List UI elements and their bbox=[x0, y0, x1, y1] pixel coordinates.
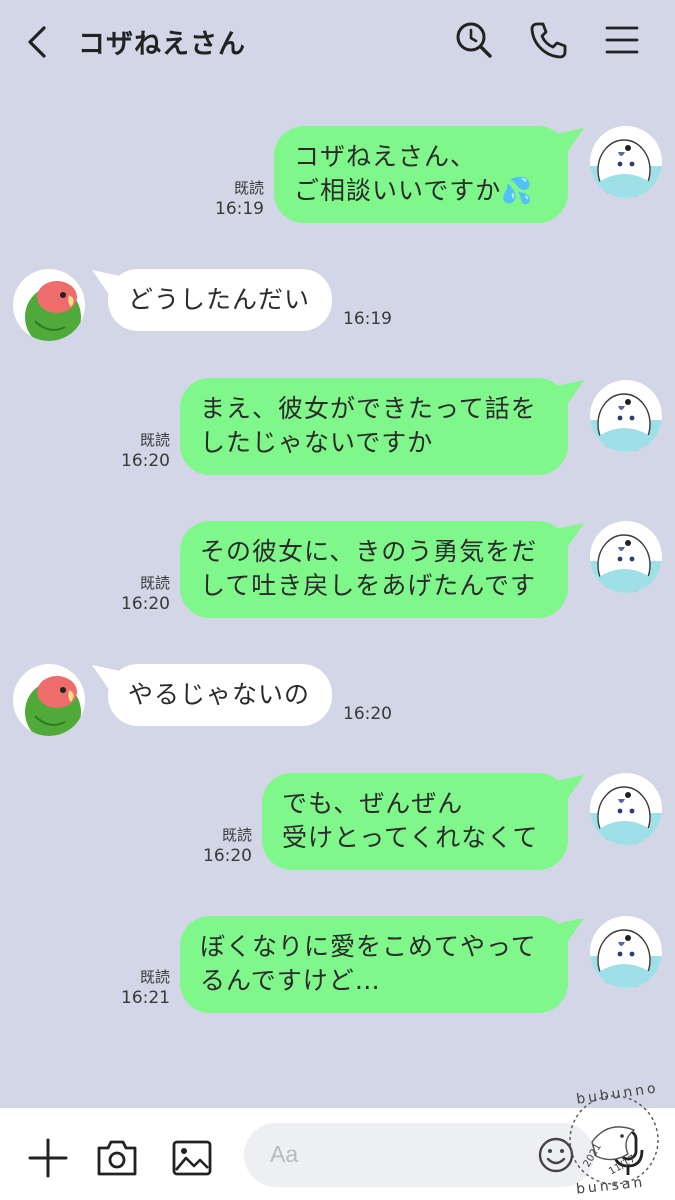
bubble-tail bbox=[556, 918, 584, 944]
budgie-avatar[interactable] bbox=[590, 380, 662, 452]
bubble-tail bbox=[556, 523, 584, 549]
message-bubble[interactable]: でも、ぜんぜん 受けとってくれなくて bbox=[262, 773, 568, 870]
message-time: 16:19 bbox=[343, 309, 392, 329]
read-receipt: 既読 bbox=[233, 179, 264, 197]
read-receipt: 既読 bbox=[221, 826, 252, 844]
message-bubble[interactable]: どうしたんだい bbox=[108, 269, 332, 331]
message-time: 16:20 bbox=[121, 594, 170, 614]
chat-header: コザねえさん bbox=[0, 0, 675, 82]
watermark-stamp: bubunno 2021 11/17 bunsan bbox=[552, 1080, 672, 1198]
budgie-avatar[interactable] bbox=[590, 126, 662, 198]
image-icon[interactable] bbox=[170, 1136, 214, 1180]
search-icon[interactable] bbox=[454, 20, 494, 60]
message-bubble[interactable]: まえ、彼女ができたって話を したじゃないですか bbox=[180, 378, 568, 475]
phone-icon[interactable] bbox=[528, 20, 568, 60]
hamburger-menu-icon[interactable] bbox=[602, 20, 642, 60]
budgie-avatar[interactable] bbox=[590, 773, 662, 845]
bubble-tail bbox=[556, 380, 584, 406]
message-time: 16:20 bbox=[203, 846, 252, 866]
bubble-tail bbox=[556, 775, 584, 801]
camera-icon[interactable] bbox=[95, 1136, 139, 1180]
chat-title: コザねえさん bbox=[78, 29, 246, 60]
message-text: その彼女に、きのう勇気をだ して吐き戻しをあげたんです bbox=[200, 537, 538, 600]
message-text: まえ、彼女ができたって話を したじゃないですか bbox=[200, 394, 537, 457]
message-text: でも、ぜんぜん 受けとってくれなくて bbox=[282, 789, 539, 852]
message-bubble[interactable]: ぼくなりに愛をこめてやって るんですけど… bbox=[180, 916, 568, 1013]
input-placeholder: Aa bbox=[270, 1141, 299, 1167]
message-text: どうしたんだい bbox=[128, 285, 311, 314]
message-bubble[interactable]: やるじゃないの bbox=[108, 664, 332, 726]
budgie-avatar[interactable] bbox=[590, 916, 662, 988]
message-bubble[interactable]: コザねえさん、 ご相談いいですか💦 bbox=[274, 126, 568, 223]
message-text: やるじゃないの bbox=[128, 680, 311, 709]
back-icon[interactable] bbox=[20, 22, 56, 62]
message-bubble[interactable]: その彼女に、きのう勇気をだ して吐き戻しをあげたんです bbox=[180, 521, 568, 618]
read-receipt: 既読 bbox=[139, 968, 170, 986]
message-time: 16:20 bbox=[121, 451, 170, 471]
lovebird-avatar[interactable] bbox=[13, 269, 85, 341]
message-time: 16:19 bbox=[215, 199, 264, 219]
budgie-avatar[interactable] bbox=[590, 521, 662, 593]
read-receipt: 既読 bbox=[139, 431, 170, 449]
read-receipt: 既読 bbox=[139, 574, 170, 592]
message-text: ぼくなりに愛をこめてやって るんですけど… bbox=[200, 932, 537, 995]
lovebird-avatar[interactable] bbox=[13, 664, 85, 736]
message-text: コザねえさん、 ご相談いいですか💦 bbox=[294, 142, 534, 205]
plus-icon[interactable] bbox=[26, 1136, 70, 1180]
bubble-tail bbox=[556, 128, 584, 154]
message-time: 16:20 bbox=[343, 704, 392, 724]
message-time: 16:21 bbox=[121, 988, 170, 1008]
